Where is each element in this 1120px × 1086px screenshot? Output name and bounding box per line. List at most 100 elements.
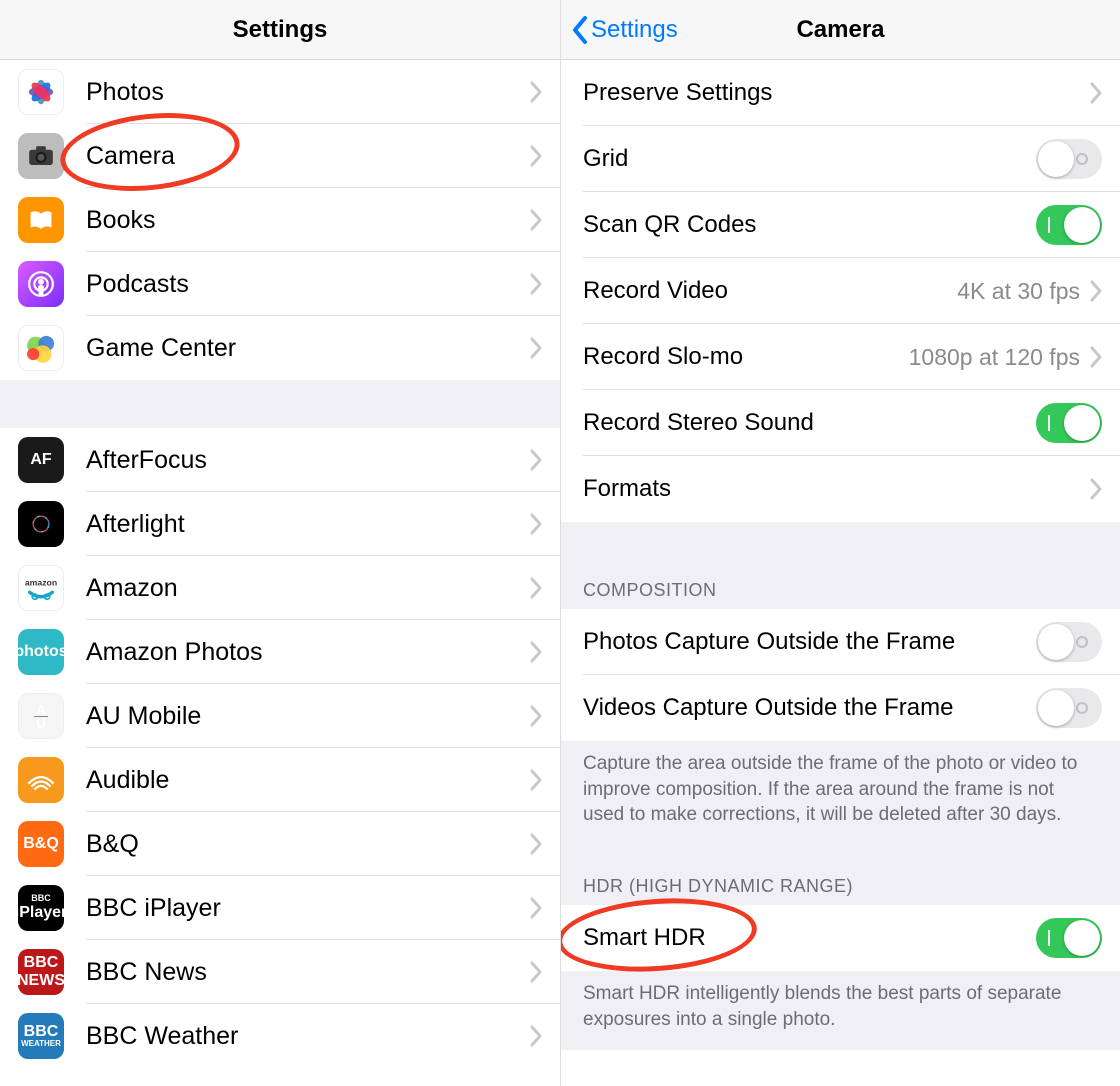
section-footer-composition: Capture the area outside the frame of th… bbox=[561, 741, 1120, 846]
chevron-right-icon bbox=[530, 337, 542, 359]
back-button[interactable]: Settings bbox=[571, 0, 678, 60]
chevron-right-icon bbox=[530, 705, 542, 727]
row-label: Scan QR Codes bbox=[583, 211, 1036, 239]
settings-list: Photos Camera bbox=[0, 60, 560, 1068]
camera-main-list: Preserve Settings Grid Scan QR Codes Rec… bbox=[561, 60, 1120, 522]
row-label: Books bbox=[86, 206, 530, 235]
chevron-right-icon bbox=[1090, 478, 1102, 500]
row-game-center[interactable]: Game Center bbox=[0, 316, 560, 380]
chevron-right-icon bbox=[530, 513, 542, 535]
row-record-slomo[interactable]: Record Slo-mo 1080p at 120 fps bbox=[561, 324, 1120, 390]
row-smart-hdr: Smart HDR bbox=[561, 905, 1120, 971]
section-footer-hdr: Smart HDR intelligently blends the best … bbox=[561, 971, 1120, 1050]
toggle-scan-qr[interactable] bbox=[1036, 205, 1102, 245]
camera-nav: Settings Camera bbox=[561, 0, 1120, 60]
toggle-grid[interactable] bbox=[1036, 139, 1102, 179]
row-bbc-iplayer[interactable]: BBCiPlayer BBC iPlayer bbox=[0, 876, 560, 940]
chevron-right-icon bbox=[530, 209, 542, 231]
row-label: Record Stereo Sound bbox=[583, 409, 1036, 437]
row-label: Audible bbox=[86, 766, 530, 795]
row-bandq[interactable]: B&Q B&Q bbox=[0, 812, 560, 876]
bbc-iplayer-icon: BBCiPlayer bbox=[18, 885, 64, 931]
row-label: AfterFocus bbox=[86, 446, 530, 475]
row-scan-qr: Scan QR Codes bbox=[561, 192, 1120, 258]
game-center-icon bbox=[18, 325, 64, 371]
settings-title: Settings bbox=[233, 16, 328, 44]
row-formats[interactable]: Formats bbox=[561, 456, 1120, 522]
row-books[interactable]: Books bbox=[0, 188, 560, 252]
chevron-right-icon bbox=[530, 273, 542, 295]
group-separator bbox=[0, 380, 560, 428]
camera-title: Camera bbox=[796, 16, 884, 44]
row-value: 4K at 30 fps bbox=[957, 278, 1080, 305]
amazon-photos-icon: photos bbox=[18, 629, 64, 675]
bandq-icon: B&Q bbox=[18, 821, 64, 867]
camera-icon bbox=[18, 133, 64, 179]
audible-icon bbox=[18, 757, 64, 803]
row-audible[interactable]: Audible bbox=[0, 748, 560, 812]
row-stereo-sound: Record Stereo Sound bbox=[561, 390, 1120, 456]
row-label: B&Q bbox=[86, 830, 530, 859]
row-label: BBC News bbox=[86, 958, 530, 987]
chevron-right-icon bbox=[1090, 82, 1102, 104]
chevron-right-icon bbox=[530, 1025, 542, 1047]
row-podcasts[interactable]: Podcasts bbox=[0, 252, 560, 316]
hdr-list: Smart HDR bbox=[561, 905, 1120, 971]
row-label: Camera bbox=[86, 142, 530, 171]
chevron-right-icon bbox=[530, 81, 542, 103]
row-label: Videos Capture Outside the Frame bbox=[583, 694, 1036, 722]
bbc-weather-icon: BBCWEATHER bbox=[18, 1013, 64, 1059]
row-bbc-weather[interactable]: BBCWEATHER BBC Weather bbox=[0, 1004, 560, 1068]
row-afterfocus[interactable]: AF AfterFocus bbox=[0, 428, 560, 492]
row-au-mobile[interactable]: AU AU Mobile bbox=[0, 684, 560, 748]
chevron-right-icon bbox=[530, 769, 542, 791]
chevron-right-icon bbox=[530, 897, 542, 919]
row-label: BBC Weather bbox=[86, 1022, 530, 1051]
chevron-right-icon bbox=[530, 577, 542, 599]
toggle-stereo-sound[interactable] bbox=[1036, 403, 1102, 443]
row-amazon[interactable]: amazon Amazon bbox=[0, 556, 560, 620]
camera-pane: Settings Camera Preserve Settings Grid S… bbox=[560, 0, 1120, 1086]
row-value: 1080p at 120 fps bbox=[909, 344, 1080, 371]
toggle-videos-outside-frame[interactable] bbox=[1036, 688, 1102, 728]
row-camera[interactable]: Camera bbox=[0, 124, 560, 188]
toggle-photos-outside-frame[interactable] bbox=[1036, 622, 1102, 662]
chevron-right-icon bbox=[530, 961, 542, 983]
au-mobile-icon: AU bbox=[18, 693, 64, 739]
row-label: Record Video bbox=[583, 277, 957, 305]
row-label: Photos Capture Outside the Frame bbox=[583, 628, 1036, 656]
row-label: BBC iPlayer bbox=[86, 894, 530, 923]
row-label: Podcasts bbox=[86, 270, 530, 299]
row-bbc-news[interactable]: BBCNEWS BBC News bbox=[0, 940, 560, 1004]
back-label: Settings bbox=[591, 16, 678, 44]
row-photos[interactable]: Photos bbox=[0, 60, 560, 124]
bbc-news-icon: BBCNEWS bbox=[18, 949, 64, 995]
row-label: Record Slo-mo bbox=[583, 343, 909, 371]
row-label: Amazon bbox=[86, 574, 530, 603]
row-label: Preserve Settings bbox=[583, 79, 1090, 107]
settings-nav: Settings bbox=[0, 0, 560, 60]
row-label: Grid bbox=[583, 145, 1036, 173]
podcasts-icon bbox=[18, 261, 64, 307]
afterfocus-icon: AF bbox=[18, 437, 64, 483]
row-amazon-photos[interactable]: photos Amazon Photos bbox=[0, 620, 560, 684]
row-label: Afterlight bbox=[86, 510, 530, 539]
row-preserve-settings[interactable]: Preserve Settings bbox=[561, 60, 1120, 126]
chevron-right-icon bbox=[530, 145, 542, 167]
row-label: Formats bbox=[583, 475, 1090, 503]
row-label: AU Mobile bbox=[86, 702, 530, 731]
chevron-right-icon bbox=[530, 833, 542, 855]
chevron-right-icon bbox=[1090, 280, 1102, 302]
row-afterlight[interactable]: Afterlight bbox=[0, 492, 560, 556]
row-label: Smart HDR bbox=[583, 924, 1036, 952]
chevron-right-icon bbox=[1090, 346, 1102, 368]
photos-icon bbox=[18, 69, 64, 115]
row-record-video[interactable]: Record Video 4K at 30 fps bbox=[561, 258, 1120, 324]
row-label: Game Center bbox=[86, 334, 530, 363]
row-label: Photos bbox=[86, 78, 530, 107]
svg-text:amazon: amazon bbox=[25, 577, 57, 587]
composition-list: Photos Capture Outside the Frame Videos … bbox=[561, 609, 1120, 741]
toggle-smart-hdr[interactable] bbox=[1036, 918, 1102, 958]
chevron-right-icon bbox=[530, 641, 542, 663]
row-videos-outside-frame: Videos Capture Outside the Frame bbox=[561, 675, 1120, 741]
